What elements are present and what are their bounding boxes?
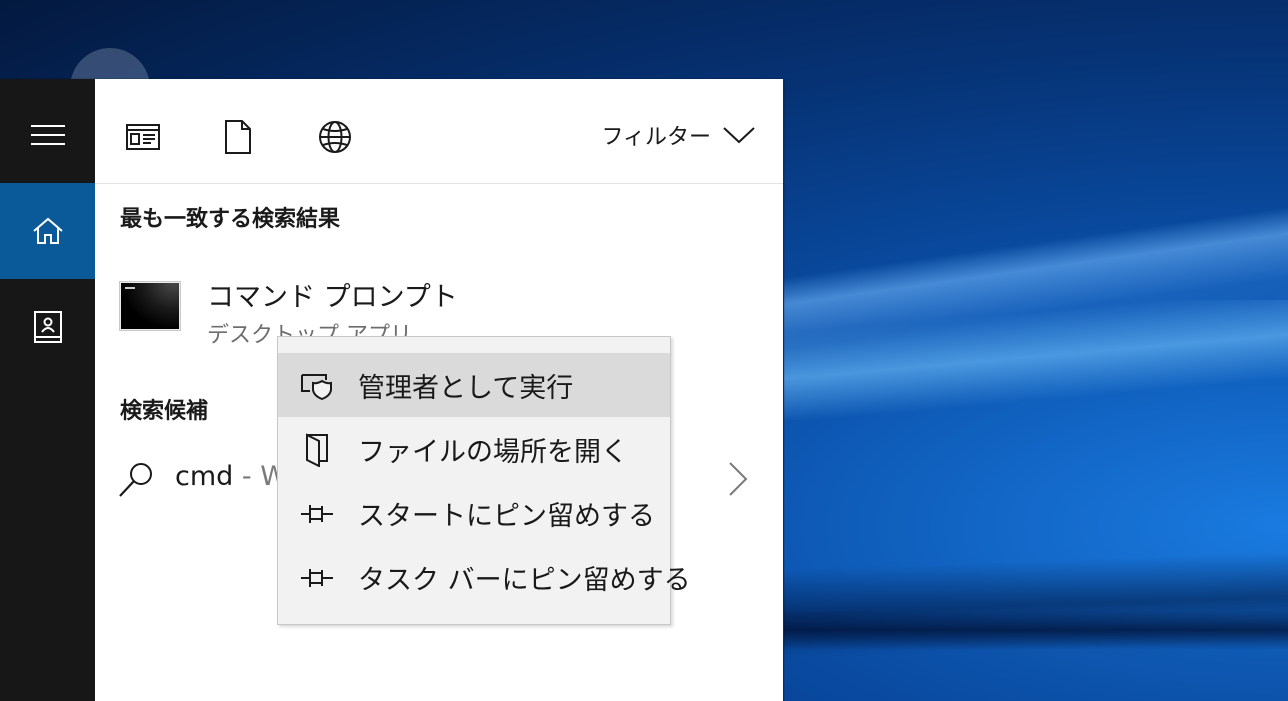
apps-icon — [126, 124, 160, 150]
hamburger-menu-button[interactable] — [0, 87, 95, 183]
menu-item-label: ファイルの場所を開く — [358, 436, 628, 468]
filter-bar: フィルター — [95, 79, 783, 184]
folder-open-icon — [300, 433, 334, 467]
notebook-button[interactable] — [0, 279, 95, 375]
app-name: コマンド プロンプト — [207, 282, 458, 313]
filter-label: フィルター — [601, 125, 711, 150]
context-menu: 管理者として実行 ファイルの場所を開く スタートにピン留めする タスク バーにピ… — [277, 336, 691, 625]
web-filter-button[interactable] — [315, 117, 355, 157]
shield-icon — [300, 369, 334, 403]
open-file-location-menu-item[interactable]: ファイルの場所を開く — [278, 417, 670, 481]
search-icon — [119, 463, 152, 497]
suggestion-query: cmd — [175, 461, 234, 492]
pin-to-start-menu-item[interactable]: スタートにピン留めする — [278, 481, 670, 545]
menu-item-label: 管理者として実行 — [358, 372, 574, 404]
menu-item-label: タスク バーにピン留めする — [358, 564, 691, 596]
suggestions-heading: 検索候補 — [120, 399, 209, 424]
apps-filter-button[interactable] — [123, 117, 163, 157]
best-match-heading: 最も一致する検索結果 — [120, 207, 341, 232]
pin-icon — [300, 497, 334, 531]
pin-to-taskbar-menu-item[interactable]: タスク バーにピン留めする — [278, 545, 691, 609]
documents-filter-button[interactable] — [218, 117, 258, 157]
left-rail — [0, 79, 95, 701]
notebook-icon — [33, 311, 62, 343]
filter-dropdown[interactable]: フィルター — [601, 117, 755, 153]
chevron-down-icon — [723, 127, 755, 144]
command-prompt-icon — [119, 281, 181, 331]
menu-item-label: スタートにピン留めする — [358, 500, 655, 532]
home-icon — [32, 217, 63, 244]
run-as-admin-menu-item[interactable]: 管理者として実行 — [278, 353, 670, 417]
document-icon — [225, 120, 251, 154]
hamburger-menu-icon — [30, 125, 65, 145]
pin-icon — [300, 561, 334, 595]
chevron-right-icon[interactable] — [727, 461, 749, 497]
web-icon — [319, 121, 351, 153]
home-button[interactable] — [0, 183, 95, 279]
